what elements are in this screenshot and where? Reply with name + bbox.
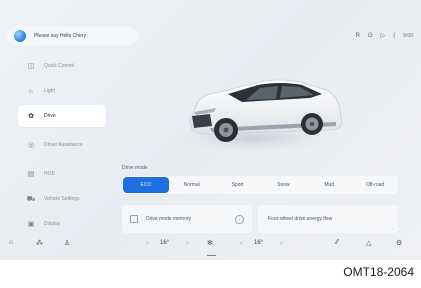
mode-normal-button[interactable]: Normal [169, 177, 215, 193]
voice-assistant-bar[interactable]: Please say Hello Chery [6, 26, 138, 46]
sidebar-item-label: Vehicle Settings [44, 196, 80, 202]
sidebar-item-vehicle-settings[interactable]: ⛟ Vehicle Settings [18, 188, 106, 210]
mode-offroad-button[interactable]: Off-road [352, 177, 398, 193]
seat-icon[interactable]: ♙ [64, 239, 70, 247]
sidebar-item-label: Light [44, 88, 55, 94]
fan-level-indicator [207, 255, 216, 256]
wiper-icon[interactable]: ⁄⁄ [336, 239, 338, 246]
assist-icon: ◎ [27, 142, 35, 149]
left-temp-down-icon[interactable]: < [146, 241, 149, 247]
drive-mode-memory-card[interactable]: Drive mode memory i [122, 205, 252, 233]
sidebar-item-display[interactable]: ▣ Display [18, 213, 106, 235]
sidebar-item-label: HOD [44, 171, 56, 177]
sidebar-item-light[interactable]: ☼ Light [18, 80, 106, 102]
infotainment-screen: Please say Hello Chery R G ▷ ( 9:00 ◫ Qu… [0, 0, 421, 260]
sidebar-item-label: Drive [44, 113, 56, 119]
status-area: R G ▷ ( 9:00 [355, 32, 413, 40]
hazard-icon[interactable]: △ [366, 239, 371, 247]
vehicle-image [161, 79, 345, 154]
mode-sport-button[interactable]: Sport [215, 177, 261, 193]
right-temp-down-icon[interactable]: < [240, 241, 243, 247]
car-icon: ⛟ [26, 195, 36, 203]
steering-icon: ◫ [27, 63, 35, 70]
energy-flow-card[interactable]: Four-wheel drive energy flow ⌟ [258, 205, 398, 233]
energy-flow-label: Four-wheel drive energy flow [268, 216, 333, 222]
fan-icon[interactable]: ✻ [207, 239, 213, 247]
sidebar: ◫ Quick Control ☼ Light ✿ Drive ◎ Driver… [18, 55, 106, 238]
sidebar-item-label: Driver Assistance [44, 142, 83, 148]
figure-code: OMT18-2064 [343, 265, 414, 279]
home-icon[interactable]: ⌂ [9, 239, 13, 246]
right-temp-up-icon[interactable]: > [280, 241, 283, 247]
expand-icon: ⌟ [392, 225, 394, 230]
sidebar-item-driver-assistance[interactable]: ◎ Driver Assistance [18, 130, 106, 160]
right-temp: 16° [254, 240, 264, 246]
status-a-icon: R [355, 32, 360, 39]
voice-prompt: Please say Hello Chery [34, 33, 86, 39]
status-b-icon: G [367, 32, 373, 39]
sidebar-item-hod[interactable]: ▤ HOD [18, 163, 106, 185]
left-temp-up-icon[interactable]: > [186, 241, 189, 247]
left-temp: 16° [160, 240, 170, 246]
memory-label: Drive mode memory [146, 216, 192, 222]
status-d-icon: ( [393, 32, 396, 39]
info-icon[interactable]: i [235, 214, 244, 224]
clock: 9:00 [403, 32, 413, 39]
mode-eco-button[interactable]: ECO [123, 177, 169, 193]
light-icon: ☼ [27, 87, 35, 95]
hod-icon: ▤ [27, 171, 35, 178]
drive-icon: ✿ [28, 113, 34, 120]
status-c-icon: ▷ [380, 33, 386, 39]
sidebar-item-drive[interactable]: ✿ Drive [18, 105, 106, 127]
sidebar-item-quick-control[interactable]: ◫ Quick Control [18, 55, 106, 77]
sidebar-item-label: Display [44, 221, 61, 227]
drive-mode-selector: ECO Normal Sport Snow Mud Off-road [122, 176, 398, 194]
settings-icon[interactable]: ⚙ [396, 239, 402, 247]
drive-mode-title: Drive mode [122, 165, 148, 171]
mode-mud-button[interactable]: Mud [306, 177, 352, 193]
mode-snow-button[interactable]: Snow [260, 177, 306, 193]
memory-checkbox[interactable] [130, 215, 138, 223]
apps-icon[interactable]: ⁂ [36, 239, 43, 247]
display-icon: ▣ [27, 221, 35, 228]
bottom-dock: ⌂ ⁂ ♙ < 16° > ✻ < 16° > ⁄⁄ △ ⚙ [0, 237, 421, 257]
voice-orb-icon[interactable] [14, 30, 26, 42]
sidebar-item-label: Quick Control [44, 63, 75, 69]
